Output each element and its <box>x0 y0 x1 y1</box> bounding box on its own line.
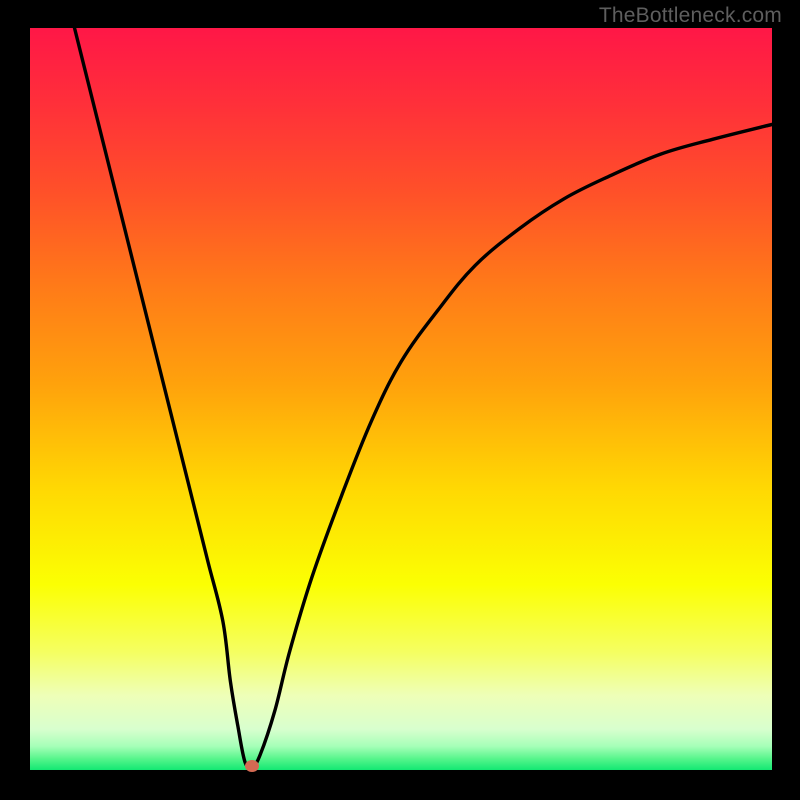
optimal-point-marker <box>245 760 259 772</box>
chart-frame <box>30 28 772 770</box>
watermark-text: TheBottleneck.com <box>599 4 782 28</box>
bottleneck-curve <box>30 28 772 770</box>
